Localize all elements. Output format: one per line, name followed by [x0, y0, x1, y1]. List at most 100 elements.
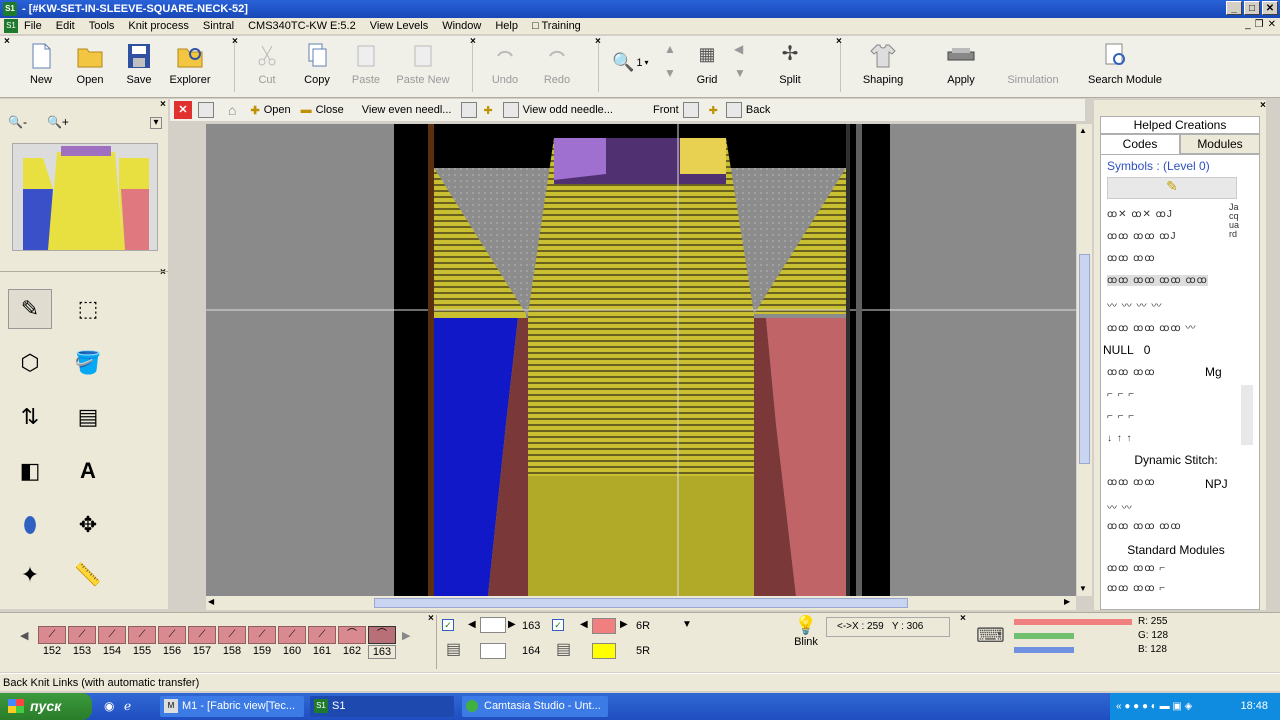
module-tool[interactable]: ▤: [66, 397, 110, 437]
tab-codes[interactable]: Codes: [1100, 134, 1180, 154]
symbol-row[interactable]: ꝏꝏ ꝏꝏ ꝏJ: [1107, 231, 1176, 242]
zoom-control[interactable]: 🔍 1 ▾: [612, 52, 649, 73]
move-tool[interactable]: ✥: [66, 505, 110, 545]
minimize-button[interactable]: _: [1226, 1, 1242, 15]
needle-cell[interactable]: ⟋: [308, 626, 336, 644]
needle-cell[interactable]: ⟋: [68, 626, 96, 644]
needle-bar-close-icon[interactable]: ×: [428, 613, 434, 624]
row1-next-icon[interactable]: ▶: [508, 619, 516, 630]
mdi-close-button[interactable]: ✕: [1268, 19, 1276, 30]
new-button[interactable]: New: [14, 40, 68, 94]
row2-stitch-box[interactable]: [480, 643, 506, 659]
symbol-row[interactable]: ꝏꝏ ꝏꝏ ꝏꝏ: [1107, 521, 1182, 532]
taskbar-item-camtasia[interactable]: Camtasia Studio - Unt...: [462, 696, 608, 717]
close-view-icon[interactable]: ✕: [174, 101, 192, 119]
shape-tool[interactable]: ✦: [8, 555, 52, 595]
back-button[interactable]: Back: [725, 102, 770, 118]
symbol-row[interactable]: ⌐ ⌐ ⌐: [1107, 389, 1135, 400]
symbol-row[interactable]: ꝏꝏ ꝏꝏ: [1107, 367, 1156, 378]
symbol-row-selected[interactable]: ꝏꝏ ꝏꝏ ꝏꝏ ꝏꝏ: [1107, 275, 1208, 286]
mdi-minimize-button[interactable]: _: [1245, 19, 1251, 30]
zoom-group-close-icon[interactable]: ×: [595, 36, 601, 47]
knit-pattern-canvas[interactable]: [206, 124, 1076, 596]
zoom-dropdown-icon[interactable]: ▾: [645, 58, 649, 67]
blink-button[interactable]: 💡 Blink: [784, 615, 828, 665]
add-even-icon[interactable]: ✚: [483, 104, 492, 117]
symbol-pen-button[interactable]: ✎: [1107, 177, 1237, 199]
symbol-row[interactable]: 〰 〰 〰 〰: [1107, 297, 1162, 312]
needle-cell-selected[interactable]: ⌒: [368, 626, 396, 644]
menu-edit[interactable]: Edit: [56, 20, 75, 32]
needle-cell[interactable]: ⟋: [188, 626, 216, 644]
symbol-row[interactable]: ꝏꝏ ꝏꝏ ꝏꝏ 〰: [1107, 319, 1196, 334]
tools-close-icon[interactable]: ×: [160, 267, 166, 278]
split-button[interactable]: ✢ Split: [763, 40, 817, 94]
needle-next-icon[interactable]: ▶: [402, 629, 410, 642]
red-slider[interactable]: [1014, 619, 1132, 625]
redo-button[interactable]: Redo: [530, 40, 584, 94]
needle-cell[interactable]: ⟋: [278, 626, 306, 644]
symbols-scrollbar[interactable]: [1241, 385, 1253, 445]
symbol-row[interactable]: ꝏꝏ ꝏꝏ: [1107, 477, 1156, 488]
needle-cell[interactable]: ⟋: [158, 626, 186, 644]
view-even-needles-button[interactable]: View even needl...: [362, 104, 452, 116]
menu-training[interactable]: □ Training: [532, 20, 581, 32]
row1-checkbox[interactable]: ✓: [442, 619, 454, 631]
symbol-row[interactable]: ⌐ ⌐ ⌐: [1107, 411, 1135, 422]
cut-button[interactable]: Cut: [240, 40, 294, 94]
preview-close-icon[interactable]: ×: [160, 99, 166, 110]
color-bar-close-icon[interactable]: ×: [960, 613, 966, 624]
edit-group-close-icon[interactable]: ×: [232, 36, 238, 47]
color-prev-icon[interactable]: ◀: [580, 619, 588, 630]
mg-label[interactable]: Mg: [1205, 365, 1222, 379]
zoom-out-icon[interactable]: 🔍-: [8, 115, 27, 129]
row1-prev-icon[interactable]: ◀: [468, 619, 476, 630]
color-next-icon[interactable]: ▶: [620, 619, 628, 630]
preview-menu-icon[interactable]: ▾: [150, 117, 162, 129]
arrow-down-small-icon[interactable]: ▼: [734, 66, 746, 80]
needle-prev-icon[interactable]: ◀: [20, 629, 28, 642]
vertical-scroll-thumb[interactable]: [1079, 254, 1090, 464]
null-row[interactable]: NULL 0: [1103, 343, 1150, 357]
even-needles-icon[interactable]: [461, 102, 478, 118]
symbol-row[interactable]: ↓ ↑ ↑: [1107, 433, 1133, 444]
add-front-icon[interactable]: ✚: [709, 104, 718, 117]
color-swap-tool[interactable]: ◧: [8, 451, 52, 491]
close-view-button[interactable]: ▬ Close: [301, 104, 344, 116]
color-dropdown-icon[interactable]: ▼: [682, 619, 692, 630]
front-button[interactable]: Front: [653, 102, 699, 118]
scroll-right-icon[interactable]: ▶: [1064, 597, 1070, 606]
scroll-down-icon[interactable]: ▼: [1079, 584, 1087, 593]
menu-tools[interactable]: Tools: [89, 20, 115, 32]
chrome-quicklaunch-icon[interactable]: ◉: [104, 699, 114, 713]
pencil-tool[interactable]: ✎: [8, 289, 52, 329]
menu-view-levels[interactable]: View Levels: [370, 20, 429, 32]
right-panel-close-icon[interactable]: ×: [1260, 100, 1266, 111]
garment-view-icon[interactable]: ⌂: [228, 102, 236, 118]
taskbar-item-m1[interactable]: M M1 - [Fabric view[Tec...: [160, 696, 304, 717]
shaping-group-close-icon[interactable]: ×: [836, 36, 842, 47]
symbol-row[interactable]: ꝏꝏ ꝏꝏ ⌐: [1107, 563, 1166, 574]
color1-swatch[interactable]: [592, 618, 616, 634]
transform-tool[interactable]: ⇅: [8, 397, 52, 437]
view-menu-icon[interactable]: [198, 102, 214, 118]
needle-cell[interactable]: ⟋: [38, 626, 66, 644]
mdi-icon[interactable]: S1: [4, 19, 18, 33]
symbol-row[interactable]: ꝏꝏ ꝏꝏ ⌐: [1107, 583, 1166, 594]
tab-modules[interactable]: Modules: [1180, 134, 1260, 154]
npj-label[interactable]: NPJ: [1205, 477, 1228, 491]
arrow-left-icon[interactable]: ◀: [734, 42, 743, 56]
taskbar-item-s1[interactable]: S1 S1: [310, 696, 454, 717]
color2-swatch[interactable]: [592, 643, 616, 659]
menu-window[interactable]: Window: [442, 20, 481, 32]
simulation-button[interactable]: Simulation: [1006, 40, 1060, 94]
start-button[interactable]: пуск: [0, 693, 92, 720]
color1-checkbox[interactable]: ✓: [552, 619, 564, 631]
scroll-left-icon[interactable]: ◀: [208, 597, 214, 606]
needle-cell[interactable]: ⟋: [128, 626, 156, 644]
mdi-restore-button[interactable]: ❐: [1255, 19, 1264, 30]
symbol-row[interactable]: ꝏ✕ ꝏ✕ ꝏJ: [1107, 209, 1173, 220]
canvas-horizontal-scrollbar[interactable]: ◀ ▶: [206, 596, 1076, 610]
open-button[interactable]: Open: [63, 40, 117, 94]
menu-knit-process[interactable]: Knit process: [128, 20, 189, 32]
